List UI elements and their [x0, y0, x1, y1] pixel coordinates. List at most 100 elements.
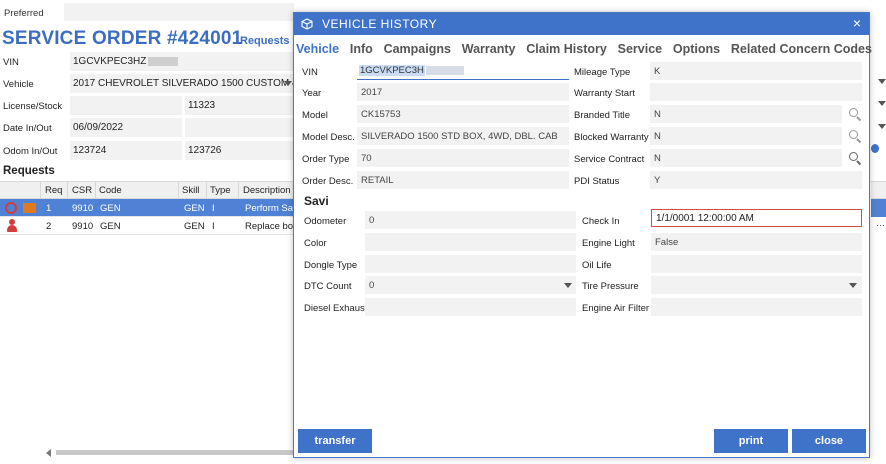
diesel-exhaust-field[interactable]: [365, 298, 576, 316]
pdi-status-field[interactable]: Y: [650, 171, 862, 189]
order-desc-value: RETAIL: [361, 175, 394, 186]
order-type-value: 70: [361, 153, 372, 164]
license-field[interactable]: [70, 96, 182, 115]
engine-light-value: False: [655, 237, 679, 248]
column-csr[interactable]: CSR: [72, 185, 92, 196]
table-row[interactable]: 2 9910 GEN GEN I Replace bot: [0, 217, 296, 235]
color-field[interactable]: [365, 233, 576, 251]
search-icon[interactable]: [849, 152, 862, 166]
dtc-count-select[interactable]: 0: [365, 276, 576, 294]
chevron-down-icon[interactable]: [878, 79, 886, 84]
date-in-value: 06/09/2022: [73, 122, 124, 133]
stock-value: 11323: [188, 100, 216, 111]
row-skill: GEN: [184, 221, 205, 232]
model-desc-field[interactable]: SILVERADO 1500 STD BOX, 4WD, DBL. CAB: [357, 127, 569, 145]
row-description: Replace bot: [245, 221, 296, 232]
date-in-field[interactable]: 06/09/2022: [70, 118, 182, 137]
blocked-warranty-field[interactable]: N: [650, 127, 842, 145]
transfer-button[interactable]: transfer: [298, 429, 372, 453]
column-description[interactable]: Description: [243, 185, 291, 196]
tab-service[interactable]: Service: [618, 42, 662, 56]
savi-section-title: Savi: [304, 194, 329, 208]
order-type-field[interactable]: 70: [357, 149, 569, 167]
row-req: 2: [46, 221, 52, 232]
warning-gear-icon: [5, 202, 17, 214]
blocked-warranty-value: N: [654, 131, 661, 142]
tab-claim-history[interactable]: Claim History: [526, 42, 607, 56]
chevron-down-icon[interactable]: [849, 283, 857, 288]
odom-in-field[interactable]: 123724: [70, 141, 182, 160]
row-type: I: [212, 203, 215, 214]
row-csr: 9910: [72, 221, 94, 232]
chevron-down-icon[interactable]: [878, 124, 886, 129]
model-field[interactable]: CK15753: [357, 105, 569, 123]
mileage-type-label: Mileage Type: [574, 67, 631, 78]
grid-header-edge: [871, 181, 886, 199]
check-in-label: Check In: [582, 216, 620, 227]
tab-options[interactable]: Options: [673, 42, 720, 56]
preferred-field[interactable]: [64, 3, 294, 21]
requests-link[interactable]: Requests: [240, 35, 290, 47]
year-field[interactable]: 2017: [357, 83, 569, 101]
dtc-count-label: DTC Count: [304, 281, 352, 292]
dongle-type-field[interactable]: [365, 255, 576, 273]
check-in-field[interactable]: 1/1/0001 12:00:00 AM: [651, 209, 862, 227]
scroll-left-icon[interactable]: [46, 449, 51, 457]
blocked-warranty-label: Blocked Warranty: [574, 132, 649, 143]
horizontal-scrollbar[interactable]: [0, 446, 296, 458]
service-order-title: SERVICE ORDER #424001: [2, 28, 243, 49]
close-icon[interactable]: ×: [853, 15, 861, 31]
odometer-label: Odometer: [304, 216, 347, 227]
table-row[interactable]: 1 9910 GEN GEN I Perform Saf: [0, 199, 296, 217]
mileage-type-field[interactable]: K: [650, 62, 862, 80]
date-in-out-label: Date In/Out: [3, 123, 52, 134]
license-label: License/Stock: [3, 101, 63, 112]
oil-life-field[interactable]: [651, 255, 862, 273]
model-label: Model: [302, 110, 328, 121]
pdi-status-value: Y: [654, 175, 661, 186]
chevron-down-icon[interactable]: [878, 101, 886, 106]
info-icon[interactable]: [871, 144, 879, 153]
scrollbar-thumb[interactable]: [56, 450, 296, 455]
diesel-exhaust-label: Diesel Exhaust: [304, 303, 368, 314]
close-button[interactable]: close: [792, 429, 866, 453]
odom-out-field[interactable]: 123726: [185, 141, 296, 160]
print-button[interactable]: print: [714, 429, 788, 453]
order-desc-field[interactable]: RETAIL: [357, 171, 569, 189]
engine-air-filter-field[interactable]: [651, 298, 862, 316]
odometer-field[interactable]: 0: [365, 211, 576, 229]
order-type-label: Order Type: [302, 154, 350, 165]
tab-related-concern-codes[interactable]: Related Concern Codes: [731, 42, 872, 56]
vin-field[interactable]: 1GCVKPEC3H: [357, 62, 569, 80]
tab-vehicle[interactable]: Vehicle: [296, 42, 339, 56]
year-label: Year: [302, 88, 322, 99]
vehicle-field[interactable]: 2017 CHEVROLET SILVERADO 1500 CUSTOM 4W: [70, 74, 296, 93]
requests-section-title: Requests: [3, 165, 55, 177]
tab-info[interactable]: Info: [350, 42, 373, 56]
tab-bar: Vehicle Info Campaigns Warranty Claim Hi…: [296, 42, 880, 58]
warranty-start-field[interactable]: [650, 83, 862, 101]
engine-light-field[interactable]: False: [651, 233, 862, 251]
more-icon[interactable]: …: [876, 218, 885, 228]
chevron-down-icon[interactable]: [564, 283, 572, 288]
model-desc-value: SILVERADO 1500 STD BOX, 4WD, DBL. CAB: [361, 131, 558, 142]
vin-field[interactable]: 1GCVKPEC3HZ: [70, 52, 296, 71]
service-contract-field[interactable]: N: [650, 149, 842, 167]
branded-title-field[interactable]: N: [650, 105, 842, 123]
stock-field[interactable]: 11323: [185, 96, 296, 115]
search-icon[interactable]: [849, 130, 862, 144]
search-icon[interactable]: [849, 108, 862, 122]
column-req[interactable]: Req: [45, 185, 62, 196]
tire-pressure-select[interactable]: [651, 276, 862, 294]
pdi-status-label: PDI Status: [574, 176, 620, 187]
column-code[interactable]: Code: [99, 185, 122, 196]
engine-light-label: Engine Light: [582, 238, 635, 249]
tab-warranty[interactable]: Warranty: [462, 42, 516, 56]
vin-redacted: [148, 56, 179, 66]
tab-campaigns[interactable]: Campaigns: [384, 42, 451, 56]
chevron-down-icon[interactable]: [284, 81, 292, 86]
service-contract-value: N: [654, 153, 661, 164]
column-skill[interactable]: Skill: [182, 185, 199, 196]
date-out-field[interactable]: [185, 118, 296, 137]
column-type[interactable]: Type: [210, 185, 231, 196]
